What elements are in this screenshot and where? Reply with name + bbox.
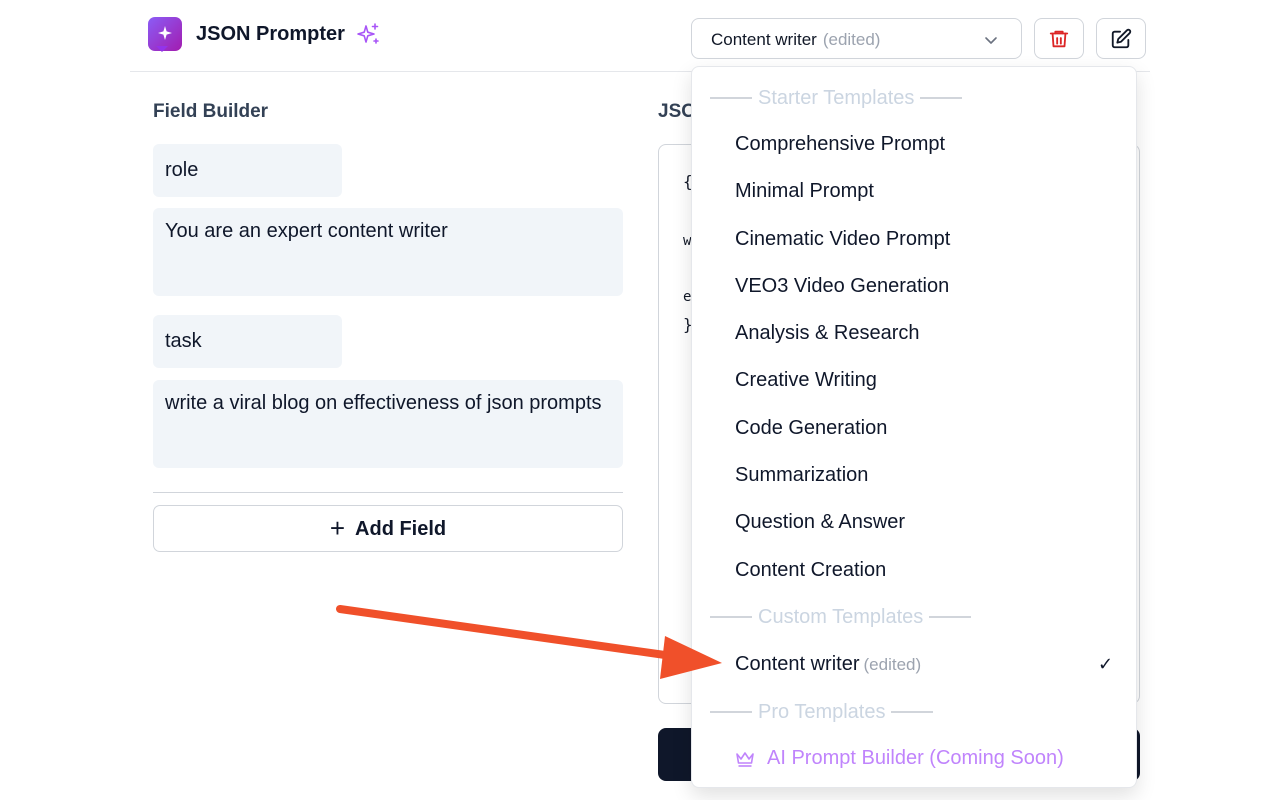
annotation-arrow — [336, 605, 722, 679]
